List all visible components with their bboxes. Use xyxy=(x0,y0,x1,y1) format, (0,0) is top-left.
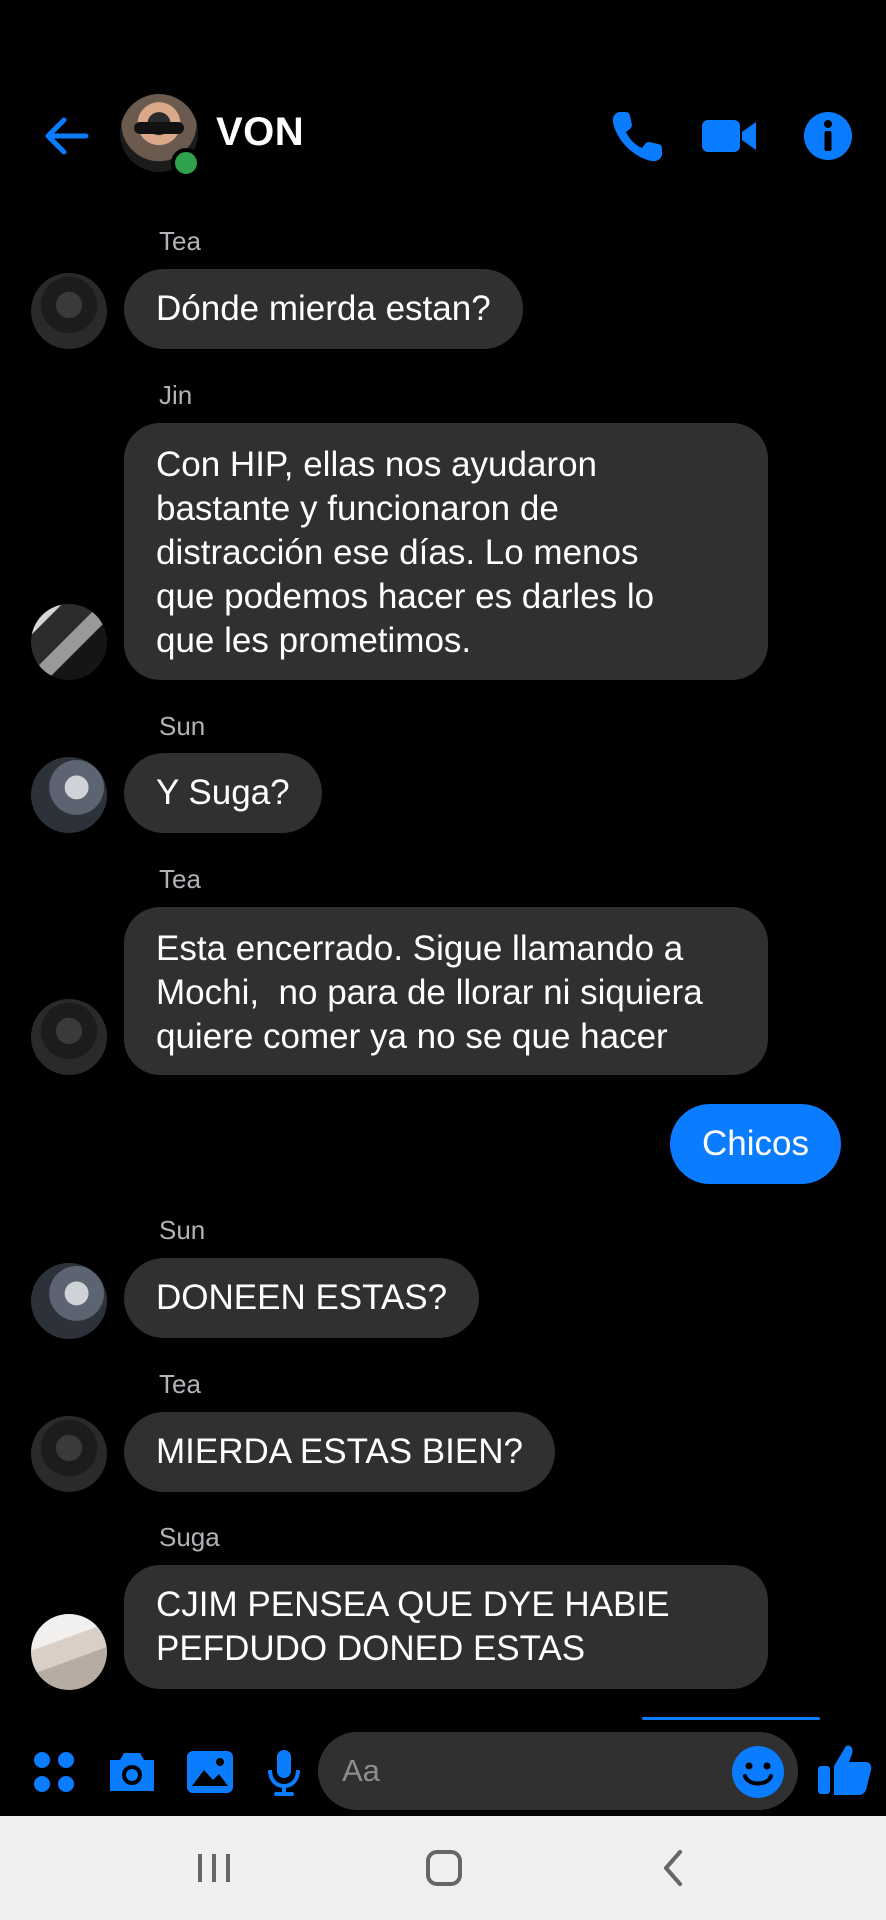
chat-header: VON xyxy=(0,90,886,180)
sender-avatar[interactable] xyxy=(31,1263,107,1339)
sender-name: Sun xyxy=(159,1215,206,1245)
outgoing-message-bubble[interactable]: Chicos xyxy=(670,1104,841,1184)
info-icon xyxy=(804,112,852,160)
apps-grid-icon xyxy=(34,1752,74,1792)
image-icon xyxy=(187,1751,233,1793)
sender-avatar[interactable] xyxy=(31,1416,107,1492)
message-bubble[interactable]: Dónde mierda estan? xyxy=(124,269,523,349)
message-bubble[interactable]: Esta encerrado. Sigue llamando a Mochi, … xyxy=(124,907,768,1075)
message-bubble[interactable]: DONEEN ESTAS? xyxy=(124,1258,480,1338)
message-bubble[interactable]: Con HIP, ellas nos ayudaron bastante y f… xyxy=(124,423,768,680)
sender-avatar[interactable] xyxy=(31,999,107,1075)
thumbs-up-icon xyxy=(818,1745,872,1795)
message-composer xyxy=(0,1720,886,1820)
sender-avatar[interactable] xyxy=(31,757,107,833)
like-button[interactable] xyxy=(814,1740,874,1800)
sender-avatar[interactable] xyxy=(31,1614,107,1690)
smiley-icon xyxy=(732,1746,784,1798)
message-bubble[interactable]: Y Suga? xyxy=(124,753,322,833)
sender-name: Tea xyxy=(159,226,201,256)
message-bubble[interactable]: MIERDA ESTAS BIEN? xyxy=(124,1412,555,1492)
camera-button[interactable] xyxy=(104,1744,160,1800)
messenger-chat-screen: VON Tea Dónde mierda estan? Jin Con HIP,… xyxy=(0,0,886,1920)
contact-name[interactable]: VON xyxy=(216,110,304,155)
info-button[interactable] xyxy=(796,104,860,168)
system-back-button[interactable] xyxy=(644,1844,704,1892)
back-button[interactable] xyxy=(38,108,94,164)
video-camera-icon xyxy=(702,120,756,152)
phone-icon xyxy=(612,112,662,162)
home-icon xyxy=(426,1850,462,1886)
message-bubble[interactable]: CJIM PENSEA QUE DYE HABIE PEFDUDO DONED … xyxy=(124,1565,768,1689)
emoji-button[interactable] xyxy=(730,1744,786,1800)
video-call-button[interactable] xyxy=(698,104,762,168)
sender-name: Sun xyxy=(159,711,206,741)
sender-avatar[interactable] xyxy=(31,604,107,680)
voice-message-button[interactable] xyxy=(256,1744,312,1800)
arrow-left-icon xyxy=(45,117,89,155)
recents-icon xyxy=(198,1854,230,1882)
home-button[interactable] xyxy=(414,1844,474,1892)
sender-name: Suga xyxy=(159,1522,220,1552)
online-status-dot xyxy=(171,148,201,178)
microphone-icon xyxy=(268,1750,300,1796)
voice-call-button[interactable] xyxy=(606,104,670,168)
sender-name: Tea xyxy=(159,1369,201,1399)
recents-button[interactable] xyxy=(184,1844,244,1892)
sender-name: Tea xyxy=(159,864,201,894)
sender-name: Jin xyxy=(159,380,193,410)
sender-avatar[interactable] xyxy=(31,273,107,349)
message-input[interactable] xyxy=(318,1732,798,1810)
more-actions-button[interactable] xyxy=(26,1744,82,1800)
system-navigation-bar xyxy=(0,1816,886,1920)
camera-icon xyxy=(110,1753,154,1791)
chevron-left-icon xyxy=(664,1850,682,1886)
gallery-button[interactable] xyxy=(182,1744,238,1800)
